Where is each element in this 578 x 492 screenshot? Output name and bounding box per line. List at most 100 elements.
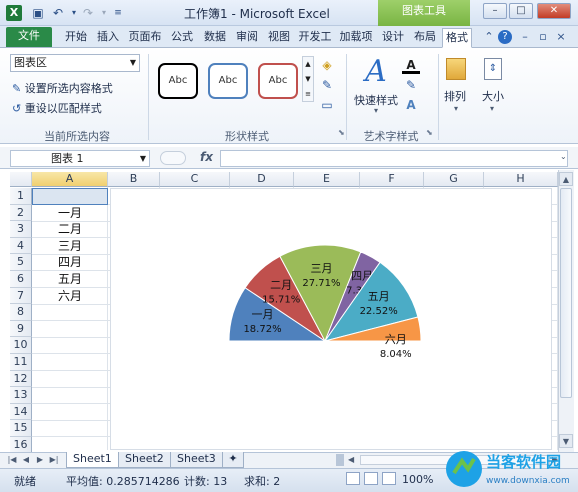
row-header-1[interactable]: 1 <box>10 188 32 205</box>
row-header-8[interactable]: 8 <box>10 304 32 321</box>
shape-outline-icon[interactable]: ✎ <box>318 76 336 94</box>
zoom-level[interactable]: 100% <box>402 473 433 486</box>
insert-sheet-icon[interactable]: ✦ <box>222 452 244 468</box>
undo-icon[interactable]: ↶ <box>50 5 66 21</box>
tab-split-handle[interactable] <box>336 454 344 466</box>
row-header-14[interactable]: 14 <box>10 403 32 421</box>
row-header-7[interactable]: 7 <box>10 287 32 305</box>
workbook-minimize-icon[interactable]: – <box>518 30 532 44</box>
select-all-corner[interactable] <box>10 172 32 187</box>
tab-insert[interactable]: 插入 <box>93 28 123 48</box>
reset-style-button[interactable]: ↺ 重设以匹配样式 <box>12 100 102 116</box>
cell-a2[interactable]: 一月 <box>32 205 108 222</box>
workbook-close-icon[interactable]: × <box>554 30 568 44</box>
row-header-3[interactable]: 3 <box>10 221 32 238</box>
sheet-tab-sheet3[interactable]: Sheet3 <box>170 452 223 468</box>
save-icon[interactable]: ▣ <box>30 5 46 21</box>
cell-a7[interactable]: 六月 <box>32 288 108 305</box>
normal-view-icon[interactable] <box>346 472 360 485</box>
row-header-9[interactable]: 9 <box>10 320 32 338</box>
column-header-h[interactable]: H <box>484 172 558 187</box>
shape-style-swatch-blue[interactable]: Abc <box>208 63 248 99</box>
page-layout-view-icon[interactable] <box>364 472 378 485</box>
customize-qat-icon[interactable]: ≡ <box>110 5 126 21</box>
page-break-view-icon[interactable] <box>382 472 396 485</box>
column-header-e[interactable]: E <box>294 172 360 187</box>
excel-app-icon[interactable]: X <box>6 5 22 21</box>
quick-styles-icon[interactable]: A <box>358 56 394 88</box>
formula-input[interactable] <box>220 150 568 167</box>
insert-function-button[interactable]: fx <box>200 150 213 164</box>
half-pie-chart[interactable]: 一月18.72%二月15.71%三月27.71%四月7.30%五月22.52%六… <box>111 189 553 451</box>
size-icon[interactable]: ⇕ <box>484 58 502 80</box>
row-header-4[interactable]: 4 <box>10 237 32 255</box>
cell-a5[interactable]: 四月 <box>32 254 108 271</box>
format-selection-button[interactable]: ✎ 设置所选内容格式 <box>12 80 113 96</box>
scroll-left-icon[interactable]: ◀ <box>348 454 358 466</box>
workbook-restore-icon[interactable]: ▫ <box>536 30 550 44</box>
tab-add-ins[interactable]: 加载项 <box>336 28 376 48</box>
redo-icon[interactable]: ↷ <box>80 5 96 21</box>
sheet-tab-sheet2[interactable]: Sheet2 <box>118 452 171 468</box>
column-header-d[interactable]: D <box>230 172 294 187</box>
shape-styles-gallery-scroll[interactable]: ▲ ▼ ≡ <box>302 56 314 102</box>
row-header-11[interactable]: 11 <box>10 354 32 371</box>
tab-layout[interactable]: 布局 <box>410 28 440 48</box>
row-header-13[interactable]: 13 <box>10 387 32 404</box>
column-header-f[interactable]: F <box>360 172 424 187</box>
tab-home[interactable]: 开始 <box>61 28 91 48</box>
tab-developer[interactable]: 开发工 <box>296 28 334 48</box>
arrange-button[interactable]: 排列 <box>444 88 466 104</box>
minimize-ribbon-icon[interactable]: ⌃ <box>482 30 496 44</box>
text-fill-icon[interactable]: A <box>402 56 420 74</box>
maximize-button[interactable]: □ <box>509 3 533 19</box>
first-sheet-icon[interactable]: |◀ <box>6 454 18 466</box>
row-header-6[interactable]: 6 <box>10 271 32 288</box>
next-sheet-icon[interactable]: ▶ <box>34 454 46 466</box>
column-header-c[interactable]: C <box>160 172 230 187</box>
tab-view[interactable]: 视图 <box>264 28 294 48</box>
sheet-tab-sheet1[interactable]: Sheet1 <box>66 452 119 468</box>
chart-element-dropdown[interactable]: 图表区 ▼ <box>10 54 140 72</box>
minimize-button[interactable]: – <box>483 3 507 19</box>
size-dropdown-icon[interactable]: ▾ <box>490 104 494 113</box>
tab-design[interactable]: 设计 <box>378 28 408 48</box>
tab-formulas[interactable]: 公式 <box>167 28 197 48</box>
shape-style-swatch-black[interactable]: Abc <box>158 63 198 99</box>
vertical-scroll-thumb[interactable] <box>560 188 572 398</box>
help-icon[interactable]: ? <box>498 30 512 44</box>
row-header-15[interactable]: 15 <box>10 420 32 437</box>
arrange-icon[interactable] <box>446 58 466 80</box>
last-sheet-icon[interactable]: ▶| <box>48 454 60 466</box>
text-outline-icon[interactable]: ✎ <box>402 76 420 94</box>
formula-bar-resize-handle[interactable] <box>160 151 186 165</box>
row-header-12[interactable]: 12 <box>10 370 32 388</box>
text-effects-icon[interactable]: A <box>402 96 420 114</box>
shape-effects-icon[interactable]: ▭ <box>318 96 336 114</box>
dialog-launcher-icon[interactable]: ⬊ <box>338 128 345 137</box>
column-header-g[interactable]: G <box>424 172 484 187</box>
shape-fill-icon[interactable]: ◈ <box>318 56 336 74</box>
tab-page-layout[interactable]: 页面布 <box>126 28 164 48</box>
chart-area[interactable]: 一月18.72%二月15.71%三月27.71%四月7.30%五月22.52%六… <box>110 188 552 450</box>
row-header-10[interactable]: 10 <box>10 337 32 354</box>
prev-sheet-icon[interactable]: ◀ <box>20 454 32 466</box>
cell-a3[interactable]: 二月 <box>32 221 108 238</box>
dialog-launcher-icon[interactable]: ⬊ <box>426 128 433 137</box>
column-header-b[interactable]: B <box>108 172 160 187</box>
size-button[interactable]: 大小 <box>482 88 504 104</box>
tab-file[interactable]: 文件 <box>6 27 52 47</box>
close-button[interactable]: ✕ <box>537 3 571 19</box>
cell-a1[interactable] <box>32 188 108 205</box>
row-header-2[interactable]: 2 <box>10 204 32 222</box>
name-box[interactable]: 图表 1 ▼ <box>10 150 150 167</box>
quick-styles-dropdown-icon[interactable]: ▾ <box>374 106 378 115</box>
cell-a4[interactable]: 三月 <box>32 238 108 255</box>
tab-format[interactable]: 格式 <box>442 28 472 48</box>
row-header-5[interactable]: 5 <box>10 254 32 271</box>
expand-formula-bar-icon[interactable]: ⌄ <box>560 152 567 161</box>
cell-a6[interactable]: 五月 <box>32 271 108 288</box>
tab-data[interactable]: 数据 <box>200 28 230 48</box>
tab-review[interactable]: 审阅 <box>232 28 262 48</box>
shape-style-swatch-red[interactable]: Abc <box>258 63 298 99</box>
